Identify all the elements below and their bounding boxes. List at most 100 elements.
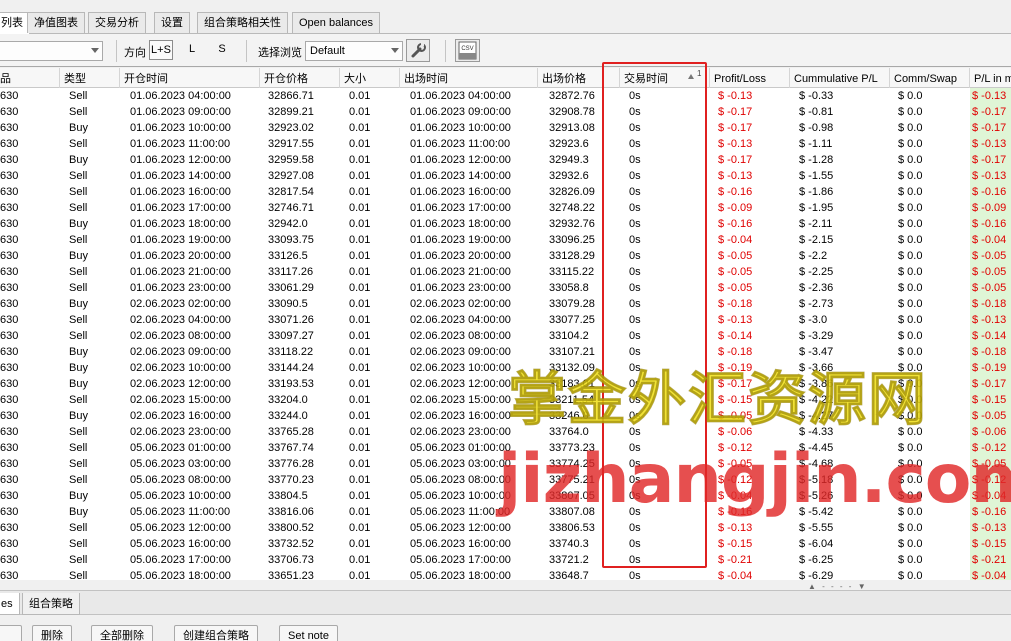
direction-long-button[interactable]: L [180,40,204,60]
cell-close-time: 02.06.2023 15:00:00 [410,394,511,406]
table-row[interactable]: 630 Sell 02.06.2023 15:00:00 33204.0 0.01 02.… [0,392,1011,408]
column-header-close-price[interactable]: 出场价格 [538,68,620,88]
table-row[interactable]: 630 Sell 05.06.2023 08:00:00 33770.23 0.01 05… [0,472,1011,488]
cell-symbol: 630 [0,250,19,262]
tab-portfolio-correlation[interactable]: 组合策略相关性 [197,12,288,33]
cell-pl-money: $ -0.18 [970,296,1011,312]
table-row[interactable]: 630 Sell 01.06.2023 14:00:00 32927.08 0.01 01… [0,168,1011,184]
table-row[interactable]: 630 Buy 02.06.2023 16:00:00 33244.0 0.01 02.0… [0,408,1011,424]
table-row[interactable]: 630 Sell 01.06.2023 09:00:00 32899.21 0.01 01… [0,104,1011,120]
table-row[interactable]: 630 Buy 02.06.2023 09:00:00 33118.22 0.01 02.… [0,344,1011,360]
table-row[interactable]: 630 Sell 05.06.2023 01:00:00 33767.74 0.01 05… [0,440,1011,456]
tab-trade-analysis[interactable]: 交易分析 [88,12,146,33]
column-header-comm-swap[interactable]: Comm/Swap [890,68,970,88]
column-header-symbol[interactable]: 品 [0,68,60,88]
table-row[interactable]: 630 Sell 02.06.2023 23:00:00 33765.28 0.01 02… [0,424,1011,440]
cell-close-price: 33773.23 [549,442,595,454]
table-row[interactable]: 630 Buy 05.06.2023 11:00:00 33816.06 0.01 05.… [0,504,1011,520]
view-select[interactable]: Default [305,41,403,61]
table-row[interactable]: 630 Buy 01.06.2023 10:00:00 32923.02 0.01 01.… [0,120,1011,136]
cell-size: 0.01 [349,458,371,470]
create-portfolio-button[interactable]: 创建组合策略 [174,625,258,641]
column-header-open-time[interactable]: 开仓时间 [120,68,260,88]
table-row[interactable]: 630 Buy 02.06.2023 02:00:00 33090.5 0.01 02.0… [0,296,1011,312]
cell-size: 0.01 [349,490,371,502]
table-row[interactable]: 630 Sell 01.06.2023 19:00:00 33093.75 0.01 01… [0,232,1011,248]
tab-results[interactable]: es [0,593,20,615]
cell-close-time: 05.06.2023 16:00:00 [410,538,511,550]
tab-equity-chart[interactable]: 净值图表 [27,12,85,33]
cell-open-price: 33193.53 [268,378,314,390]
cell-close-price: 32949.3 [549,154,589,166]
cell-pl-money: $ -0.16 [970,504,1011,520]
column-header-size[interactable]: 大小 [340,68,400,88]
table-row[interactable]: 630 Sell 05.06.2023 17:00:00 33706.73 0.01 05… [0,552,1011,568]
cell-type: Buy [69,378,88,390]
cell-symbol: 630 [0,298,19,310]
set-note-button[interactable]: Set note [279,625,338,641]
cell-close-time: 01.06.2023 17:00:00 [410,202,511,214]
table-row[interactable]: 630 Buy 01.06.2023 12:00:00 32959.58 0.01 01.… [0,152,1011,168]
table-row[interactable]: 630 Buy 01.06.2023 20:00:00 33126.5 0.01 01.0… [0,248,1011,264]
cell-type: Sell [69,234,88,246]
export-csv-button[interactable]: CSV [455,39,480,62]
first-action-button[interactable] [0,625,22,641]
cell-profit-loss: $ -0.13 [718,522,753,534]
column-header-type[interactable]: 类型 [60,68,120,88]
cell-open-price: 32917.55 [268,138,314,150]
cell-profit-loss: $ -0.04 [718,570,753,580]
sort-ascending-icon [688,74,694,79]
cell-open-time: 05.06.2023 08:00:00 [130,474,231,486]
column-header-cumulative-pl[interactable]: Cummulative P/L [790,68,890,88]
cell-pl-money: $ -0.21 [970,552,1011,568]
direction-short-button[interactable]: S [210,40,234,60]
sort-index: 1 [697,69,702,78]
table-row[interactable]: 630 Sell 01.06.2023 16:00:00 32817.54 0.01 01… [0,184,1011,200]
column-header-pl-money[interactable]: P/L in m [970,68,1011,88]
cell-profit-loss: $ -0.17 [718,122,753,134]
customize-view-button[interactable] [406,39,430,62]
table-row[interactable]: 630 Sell 02.06.2023 08:00:00 33097.27 0.01 02… [0,328,1011,344]
table-row[interactable]: 630 Sell 05.06.2023 12:00:00 33800.52 0.01 05… [0,520,1011,536]
table-row[interactable]: 630 Sell 01.06.2023 21:00:00 33117.26 0.01 01… [0,264,1011,280]
toolbar-divider [445,40,446,62]
cell-comm-swap: $ 0.0 [898,266,923,278]
table-row[interactable]: 630 Buy 01.06.2023 18:00:00 32942.0 0.01 01.0… [0,216,1011,232]
table-row[interactable]: 630 Sell 01.06.2023 04:00:00 32866.71 0.01 01… [0,88,1011,104]
column-header-profit-loss[interactable]: Profit/Loss [710,68,790,88]
table-row[interactable]: 630 Buy 05.06.2023 10:00:00 33804.5 0.01 05.0… [0,488,1011,504]
cell-size: 0.01 [349,90,371,102]
cell-size: 0.01 [349,218,371,230]
cell-open-price: 32817.54 [268,186,314,198]
tab-open-balances[interactable]: Open balances [292,12,380,33]
tab-list[interactable]: 列表 [0,12,30,34]
cell-pl-money: $ -0.12 [970,440,1011,456]
column-header-close-time[interactable]: 出场时间 [400,68,538,88]
tab-portfolio[interactable]: 组合策略 [22,593,80,615]
cell-comm-swap: $ 0.0 [898,314,923,326]
cell-symbol: 630 [0,426,19,438]
table-row[interactable]: 630 Buy 02.06.2023 10:00:00 33144.24 0.01 02.… [0,360,1011,376]
table-row[interactable]: 630 Sell 05.06.2023 03:00:00 33776.28 0.01 05… [0,456,1011,472]
table-row[interactable]: 630 Sell 01.06.2023 11:00:00 32917.55 0.01 01… [0,136,1011,152]
cell-size: 0.01 [349,474,371,486]
direction-ls-button[interactable]: L+S [149,40,173,60]
delete-button[interactable]: 删除 [32,625,72,641]
symbol-select[interactable] [0,41,103,61]
cell-close-time: 02.06.2023 02:00:00 [410,298,511,310]
table-row[interactable]: 630 Sell 02.06.2023 04:00:00 33071.26 0.01 02… [0,312,1011,328]
table-row[interactable]: 630 Sell 01.06.2023 17:00:00 32746.71 0.01 01… [0,200,1011,216]
cell-open-price: 33732.52 [268,538,314,550]
table-row[interactable]: 630 Sell 05.06.2023 18:00:00 33651.23 0.01 05… [0,568,1011,580]
cell-comm-swap: $ 0.0 [898,554,923,566]
cell-size: 0.01 [349,346,371,358]
cell-open-time: 02.06.2023 15:00:00 [130,394,231,406]
tab-settings[interactable]: 设置 [154,12,190,33]
table-row[interactable]: 630 Sell 05.06.2023 16:00:00 33732.52 0.01 05… [0,536,1011,552]
cell-cumulative-pl: $ -0.98 [799,122,834,134]
delete-all-button[interactable]: 全部删除 [91,625,153,641]
column-header-open-price[interactable]: 开仓价格 [260,68,340,88]
table-row[interactable]: 630 Sell 01.06.2023 23:00:00 33061.29 0.01 01… [0,280,1011,296]
cell-pl-money: $ -0.04 [970,488,1011,504]
table-row[interactable]: 630 Buy 02.06.2023 12:00:00 33193.53 0.01 02.… [0,376,1011,392]
